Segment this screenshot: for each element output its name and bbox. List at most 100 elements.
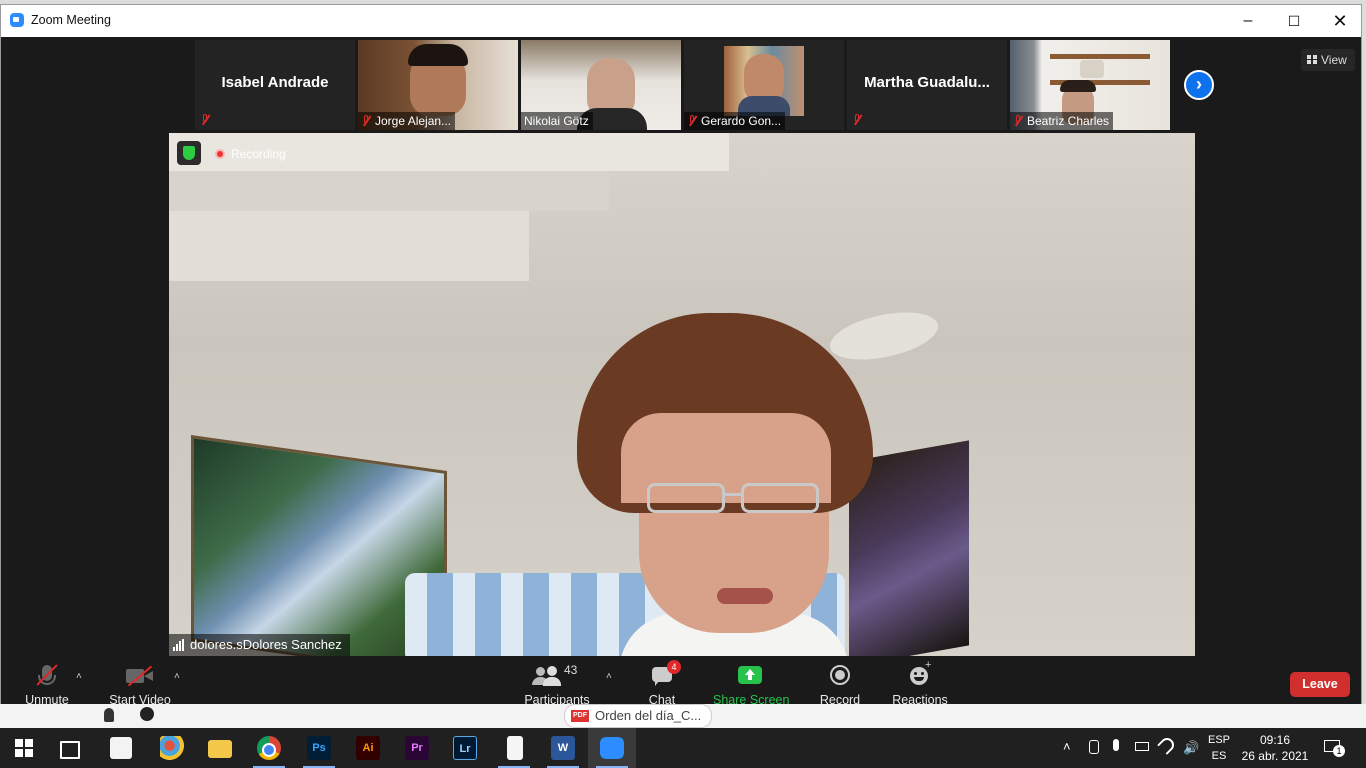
muted-mic-icon [200,114,210,126]
speaker-name: dolores.sDolores Sanchez [190,637,342,652]
meeting-toolbar: Unmute ˄ Start Video ˄ 43 Participants ˄ [1,657,1361,707]
participant-thumbnail[interactable]: Gerardo Gon... [684,40,844,130]
participant-thumbnail[interactable]: Beatriz Charles [1010,40,1170,130]
share-screen-icon [738,663,762,689]
muted-microphone-icon [34,663,60,689]
add-emoji-icon [140,707,154,721]
participants-button[interactable]: 43 Participants [521,663,593,707]
task-view-icon[interactable] [60,741,80,759]
recording-label: Recording [231,147,286,161]
participant-thumbnail[interactable]: Isabel Andrade [195,40,355,130]
start-button[interactable] [12,736,36,760]
notepad-icon[interactable] [507,736,523,760]
participant-name: Isabel Andrade [221,74,329,91]
wall-lamp [825,304,943,368]
title-bar: Zoom Meeting – ☐ ✕ [1,5,1361,37]
paint-icon[interactable] [160,736,184,760]
chat-icon: 4 [650,660,681,689]
store-icon[interactable] [110,737,132,759]
participant-label: Gerardo Gon... [684,112,786,130]
participant-thumbnail[interactable]: Jorge Alejan... [358,40,518,130]
wifi-icon[interactable] [1157,735,1177,755]
audio-options-caret-icon[interactable]: ˄ [76,671,82,682]
minimize-button[interactable]: – [1225,5,1271,37]
record-icon [828,663,852,689]
chat-button[interactable]: 4 Chat [641,660,683,707]
zoom-app-icon [10,13,24,27]
start-video-button[interactable]: Start Video [105,663,175,707]
share-screen-button[interactable]: Share Screen [713,663,789,707]
muted-mic-icon [361,115,371,127]
close-button[interactable]: ✕ [1317,5,1363,37]
pdf-attachment-chip[interactable]: PDF Orden del día_C... [564,704,713,728]
grid-view-icon [1307,55,1317,64]
meet-now-icon[interactable] [1089,740,1099,754]
active-speaker-video: Recording dolores.sDolores Sanchez [169,133,1195,656]
microphone-tray-icon[interactable] [1113,739,1119,751]
volume-icon[interactable]: 🔊 [1183,740,1199,756]
glasses [647,483,725,513]
windows-taskbar: Ps Ai Pr Lr W ˄ 🔊 ESP ES 09:16 26 abr. 2… [0,728,1366,768]
zoom-window: Zoom Meeting – ☐ ✕ Isabel Andrade Jorge … [0,4,1362,708]
participants-icon: 43 [532,663,582,689]
participant-label: Nikolai Götz [521,112,593,130]
muted-mic-icon [852,114,862,126]
participant-label: Beatriz Charles [1010,112,1114,130]
clock-date: 26 abr. 2021 [1241,749,1309,763]
speaker-label: dolores.sDolores Sanchez [169,634,350,656]
participant-name: Jorge Alejan... [375,114,452,128]
participant-name: Gerardo Gon... [701,114,782,128]
notification-count: 1 [1333,745,1345,757]
reactions-button[interactable]: + Reactions [891,659,949,707]
record-button[interactable]: Record [815,663,865,707]
language-code: ESP [1207,734,1230,746]
view-label: View [1321,53,1347,67]
participants-options-caret-icon[interactable]: ˄ [606,671,612,682]
leave-button[interactable]: Leave [1290,672,1350,697]
recording-indicator[interactable]: Recording [215,147,286,161]
video-options-caret-icon[interactable]: ˄ [174,671,180,682]
muted-mic-icon [687,115,697,127]
illustrator-icon[interactable]: Ai [356,736,380,760]
input-language[interactable]: ESP ES [1206,732,1232,764]
participants-count: 43 [564,663,578,677]
file-explorer-icon[interactable] [208,740,232,758]
windows-logo-icon [15,739,33,757]
participant-name: Beatriz Charles [1027,114,1110,128]
photoshop-icon[interactable]: Ps [307,736,331,760]
battery-icon[interactable] [1135,742,1149,751]
premiere-icon[interactable]: Pr [405,736,429,760]
participant-thumbnail[interactable]: Martha Guadalu... [847,40,1007,130]
smiley-plus-icon: + [908,659,932,689]
background-app-strip: PDF Orden del día_C... [0,704,1366,728]
zoom-icon [600,737,624,759]
show-hidden-icons-icon[interactable]: ˄ [1063,739,1071,754]
participant-label: Jorge Alejan... [358,112,456,130]
next-page-button[interactable]: › [1184,70,1214,100]
participant-name: Martha Guadalu... [864,74,990,91]
pdf-file-icon: PDF [571,710,589,722]
recording-dot-icon [215,149,225,159]
signal-strength-icon [173,639,184,651]
system-clock[interactable]: 09:16 26 abr. 2021 [1237,732,1313,764]
person-icon [104,708,114,722]
shield-icon [183,146,195,160]
view-button[interactable]: View [1301,49,1355,71]
participant-thumbnail[interactable]: Nikolai Götz [521,40,681,130]
camera-off-icon [126,663,154,689]
maximize-button[interactable]: ☐ [1271,5,1317,37]
notifications-button[interactable]: 1 [1324,738,1345,758]
muted-mic-icon [1013,115,1023,127]
participant-name: Nikolai Götz [524,114,589,128]
unmute-button[interactable]: Unmute [19,663,75,707]
pdf-file-name: Orden del día_C... [595,708,702,723]
security-badge[interactable] [177,141,201,165]
window-title: Zoom Meeting [31,13,111,27]
zoom-taskbar-button[interactable] [588,728,636,768]
lightroom-icon[interactable]: Lr [453,736,477,760]
mouth [717,588,773,604]
word-icon[interactable]: W [551,736,575,760]
chat-unread-badge: 4 [667,660,681,674]
keyboard-layout: ES [1211,750,1227,762]
chrome-icon[interactable] [257,736,281,760]
